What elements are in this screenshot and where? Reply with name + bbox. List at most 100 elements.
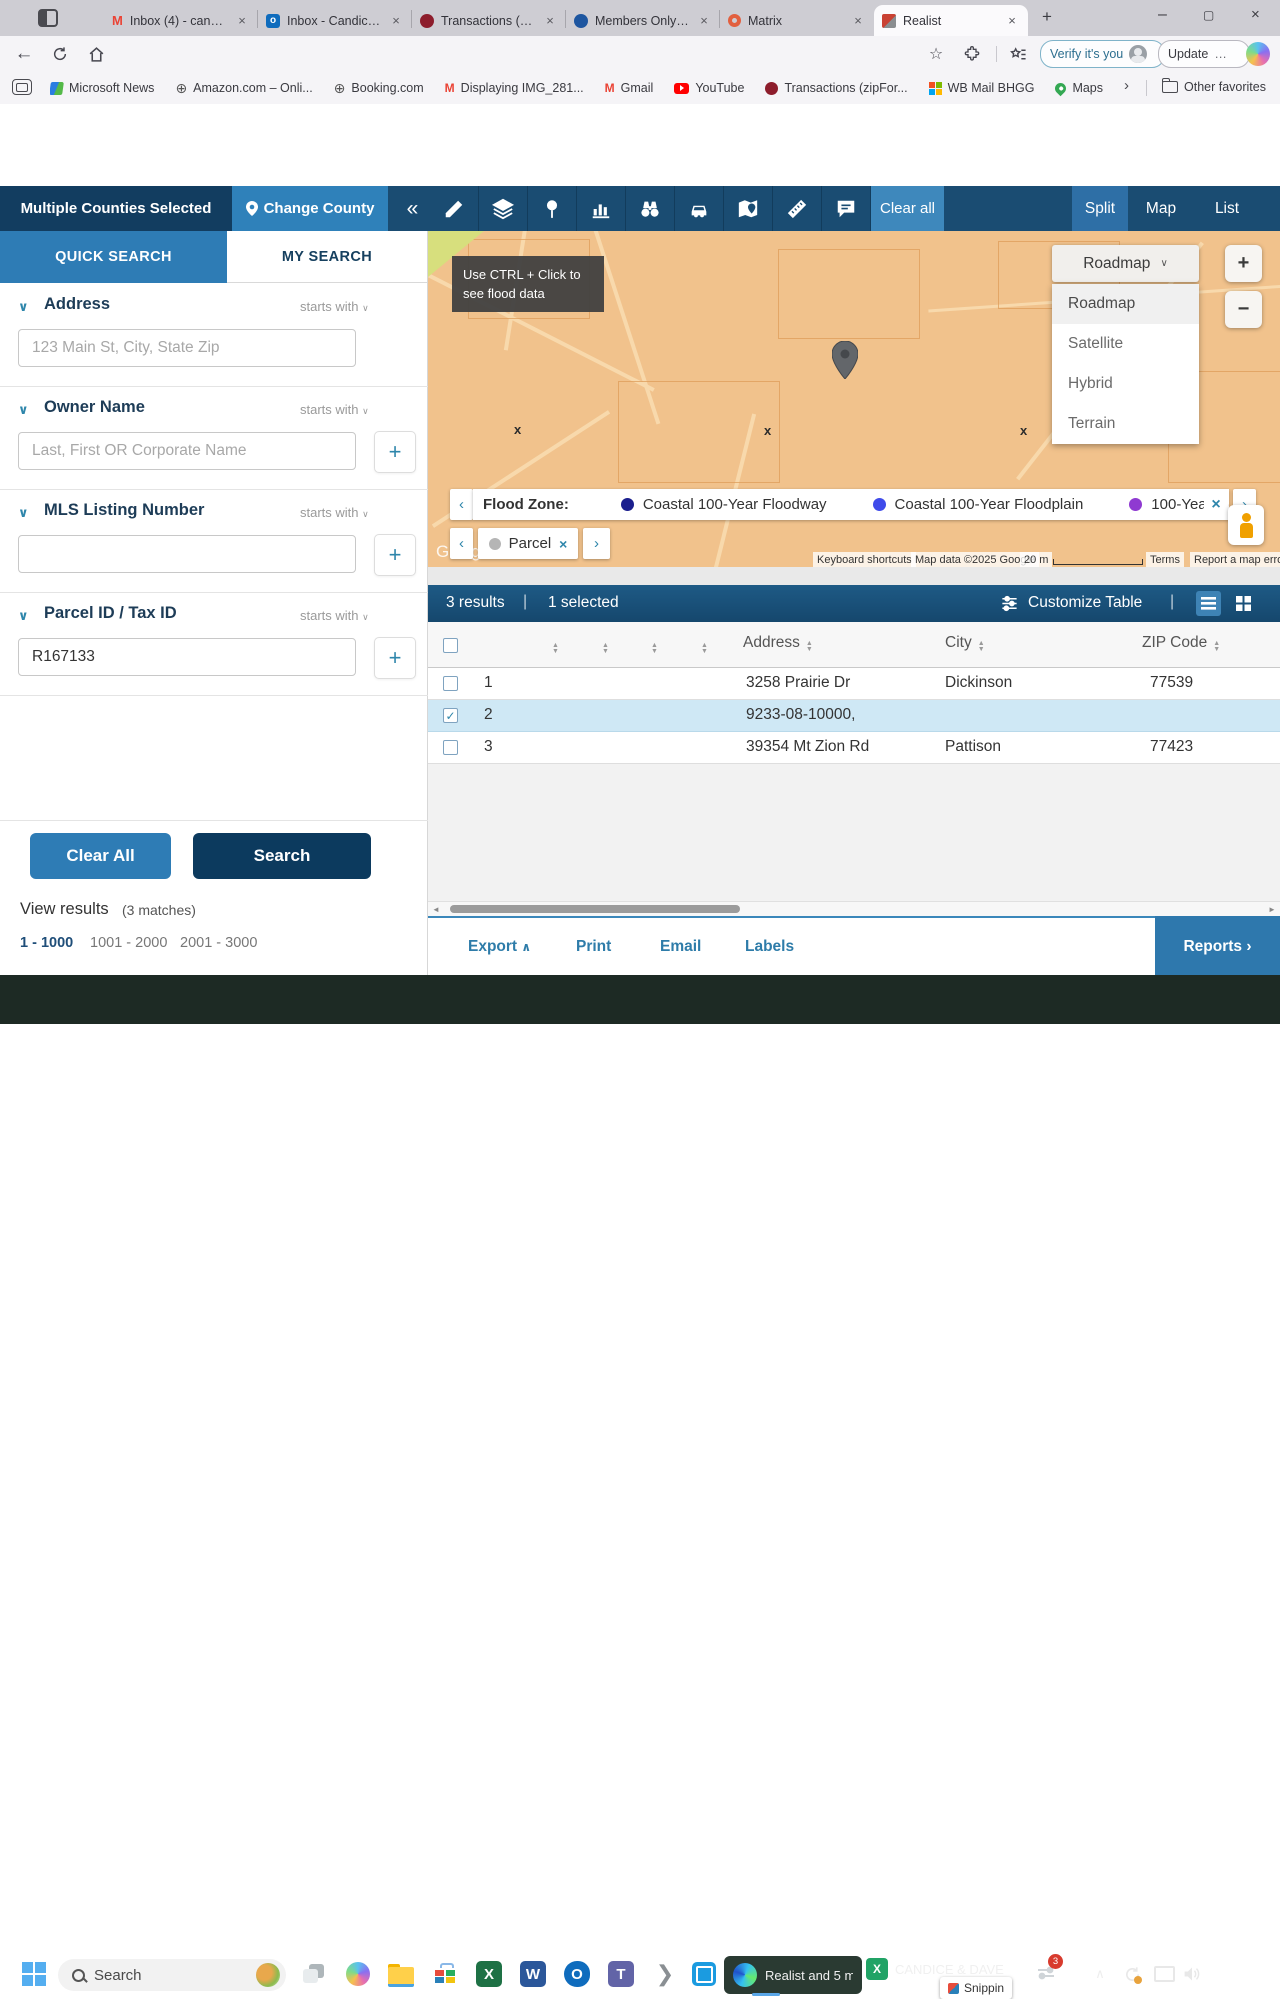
bookmark-maps[interactable]: Maps [1055,81,1103,95]
app-icon[interactable]: ❯ [649,1958,681,1990]
outlook-icon[interactable]: O [561,1958,593,1990]
tab-close-icon[interactable]: × [696,13,712,28]
bookmarks-overflow-icon[interactable]: › [1124,77,1129,94]
scanner-app-icon[interactable] [688,1958,720,1990]
list-view-icon[interactable] [1196,591,1221,616]
parcel-id-input[interactable] [18,638,356,676]
verify-identity-button[interactable]: Verify it's you [1040,40,1165,68]
export-button[interactable]: Export ∧ [468,938,531,956]
table-row[interactable]: 1 3258 Prairie Dr Dickinson 77539 [428,668,1280,700]
add-parcel-icon[interactable]: + [374,637,416,679]
bookmark-microsoft-news[interactable]: Microsoft News [50,81,154,95]
teams-icon[interactable]: T [605,1958,637,1990]
bookmark-zipform[interactable]: Transactions (zipFor... [765,81,907,95]
tray-expand-icon[interactable]: ∧ [1084,1958,1116,1990]
add-owner-icon[interactable]: + [374,431,416,473]
map-type-option-terrain[interactable]: Terrain [1052,404,1199,444]
section-chevron-icon[interactable]: ∨ [18,299,29,315]
map-view-icon[interactable] [724,186,773,231]
page-link-3[interactable]: 2001 - 3000 [180,935,257,951]
legend-close-icon[interactable]: × [1204,493,1228,517]
address-input[interactable] [18,329,356,367]
workspaces-icon[interactable] [38,9,58,27]
view-map-button[interactable]: Map [1128,186,1194,231]
binoculars-icon[interactable] [626,186,675,231]
pegman-icon[interactable] [1228,505,1264,545]
sort-icon[interactable]: ▲▼ [596,636,609,654]
tab-my-search[interactable]: MY SEARCH [227,231,427,283]
tab-members-area[interactable]: Members Only Area × [566,5,720,36]
draw-pencil-icon[interactable] [430,186,479,231]
change-county-button[interactable]: Change County [232,186,388,231]
email-button[interactable]: Email [660,938,701,956]
scroll-right-icon[interactable]: ► [1268,905,1276,914]
notification-app-icon[interactable]: 3 [1030,1958,1062,1990]
page-link-1[interactable]: 1 - 1000 [20,935,73,951]
more-icon[interactable]: … [1214,47,1227,61]
row-checkbox[interactable] [443,676,458,691]
new-tab-icon[interactable]: + [1042,7,1052,27]
sort-icon[interactable]: ▲▼ [695,636,708,654]
excel-icon[interactable]: X [473,1958,505,1990]
reports-button[interactable]: Reports › [1155,916,1280,977]
row-address[interactable]: 39354 Mt Zion Rd [746,738,869,756]
tab-zipform[interactable]: Transactions (zipFor × [412,5,566,36]
scrollbar-thumb[interactable] [450,905,740,913]
parcel-match-type[interactable]: starts with ∨ [300,608,369,623]
address-match-type[interactable]: starts with ∨ [300,299,369,314]
layers-icon[interactable] [479,186,528,231]
refresh-icon[interactable] [46,40,74,68]
tab-close-icon[interactable]: × [850,13,866,28]
tab-matrix[interactable]: Matrix × [720,5,874,36]
extensions-icon[interactable] [958,40,986,68]
zoom-in-button[interactable]: + [1225,245,1262,282]
bookmark-gmail[interactable]: MGmail [605,81,654,95]
map-report-error-link[interactable]: Report a map error [1190,552,1280,567]
sync-icon[interactable] [1116,1958,1148,1990]
map-keyboard-shortcuts[interactable]: Keyboard shortcuts [813,552,916,567]
map-pin-icon[interactable] [528,186,577,231]
row-checkbox[interactable] [443,740,458,755]
mls-match-type[interactable]: starts with ∨ [300,505,369,520]
clear-all-button[interactable]: Clear all [871,186,944,231]
search-highlight-image[interactable] [256,1963,280,1987]
column-address[interactable]: Address▲▼ [743,634,813,652]
tab-quick-search[interactable]: QUICK SEARCH [0,231,227,283]
measure-ruler-icon[interactable] [773,186,822,231]
tab-close-icon[interactable]: × [542,13,558,28]
window-maximize-icon[interactable]: ▢ [1203,8,1214,22]
task-view-icon[interactable] [298,1958,330,1990]
clear-all-button[interactable]: Clear All [30,833,171,879]
window-minimize-icon[interactable]: – [1158,6,1167,24]
column-city[interactable]: City▲▼ [945,634,985,652]
labels-button[interactable]: Labels [745,938,794,956]
section-chevron-icon[interactable]: ∨ [18,505,29,521]
edge-window-group[interactable]: Realist and 5 more [724,1956,862,1994]
legend-prev-icon[interactable]: ‹ [450,489,473,520]
sort-icon[interactable]: ▲▼ [645,636,658,654]
file-explorer-icon[interactable] [385,1958,417,1990]
view-list-button[interactable]: List [1194,186,1260,231]
taskbar-search-box[interactable]: Search [58,1959,286,1991]
column-zip[interactable]: ZIP Code▲▼ [1142,634,1220,652]
section-chevron-icon[interactable]: ∨ [18,608,29,624]
microsoft-store-icon[interactable] [429,1958,461,1990]
tab-realist-active[interactable]: Realist × [874,5,1028,36]
row-address[interactable]: 9233-08-10000, [746,706,855,724]
chip-prev-icon[interactable]: ‹ [450,528,473,559]
section-chevron-icon[interactable]: ∨ [18,402,29,418]
map-type-button[interactable]: Roadmap ∨ [1052,245,1199,282]
drive-time-car-icon[interactable] [675,186,724,231]
tab-close-icon[interactable]: × [388,13,404,28]
map-terms-link[interactable]: Terms [1146,552,1184,567]
scroll-left-icon[interactable]: ◄ [432,905,440,914]
bookmark-displaying-img[interactable]: MDisplaying IMG_281... [445,81,584,95]
grid-view-icon[interactable] [1231,591,1256,616]
bookmark-booking[interactable]: ⊕Booking.com [334,80,424,97]
other-favorites-button[interactable]: Other favorites [1162,80,1266,94]
window-close-icon[interactable]: × [1251,6,1260,23]
sidebar-icon[interactable] [12,79,32,95]
select-all-checkbox[interactable] [443,638,458,653]
horizontal-scrollbar[interactable]: ◄ ► [428,901,1280,916]
map-type-option-hybrid[interactable]: Hybrid [1052,364,1199,404]
